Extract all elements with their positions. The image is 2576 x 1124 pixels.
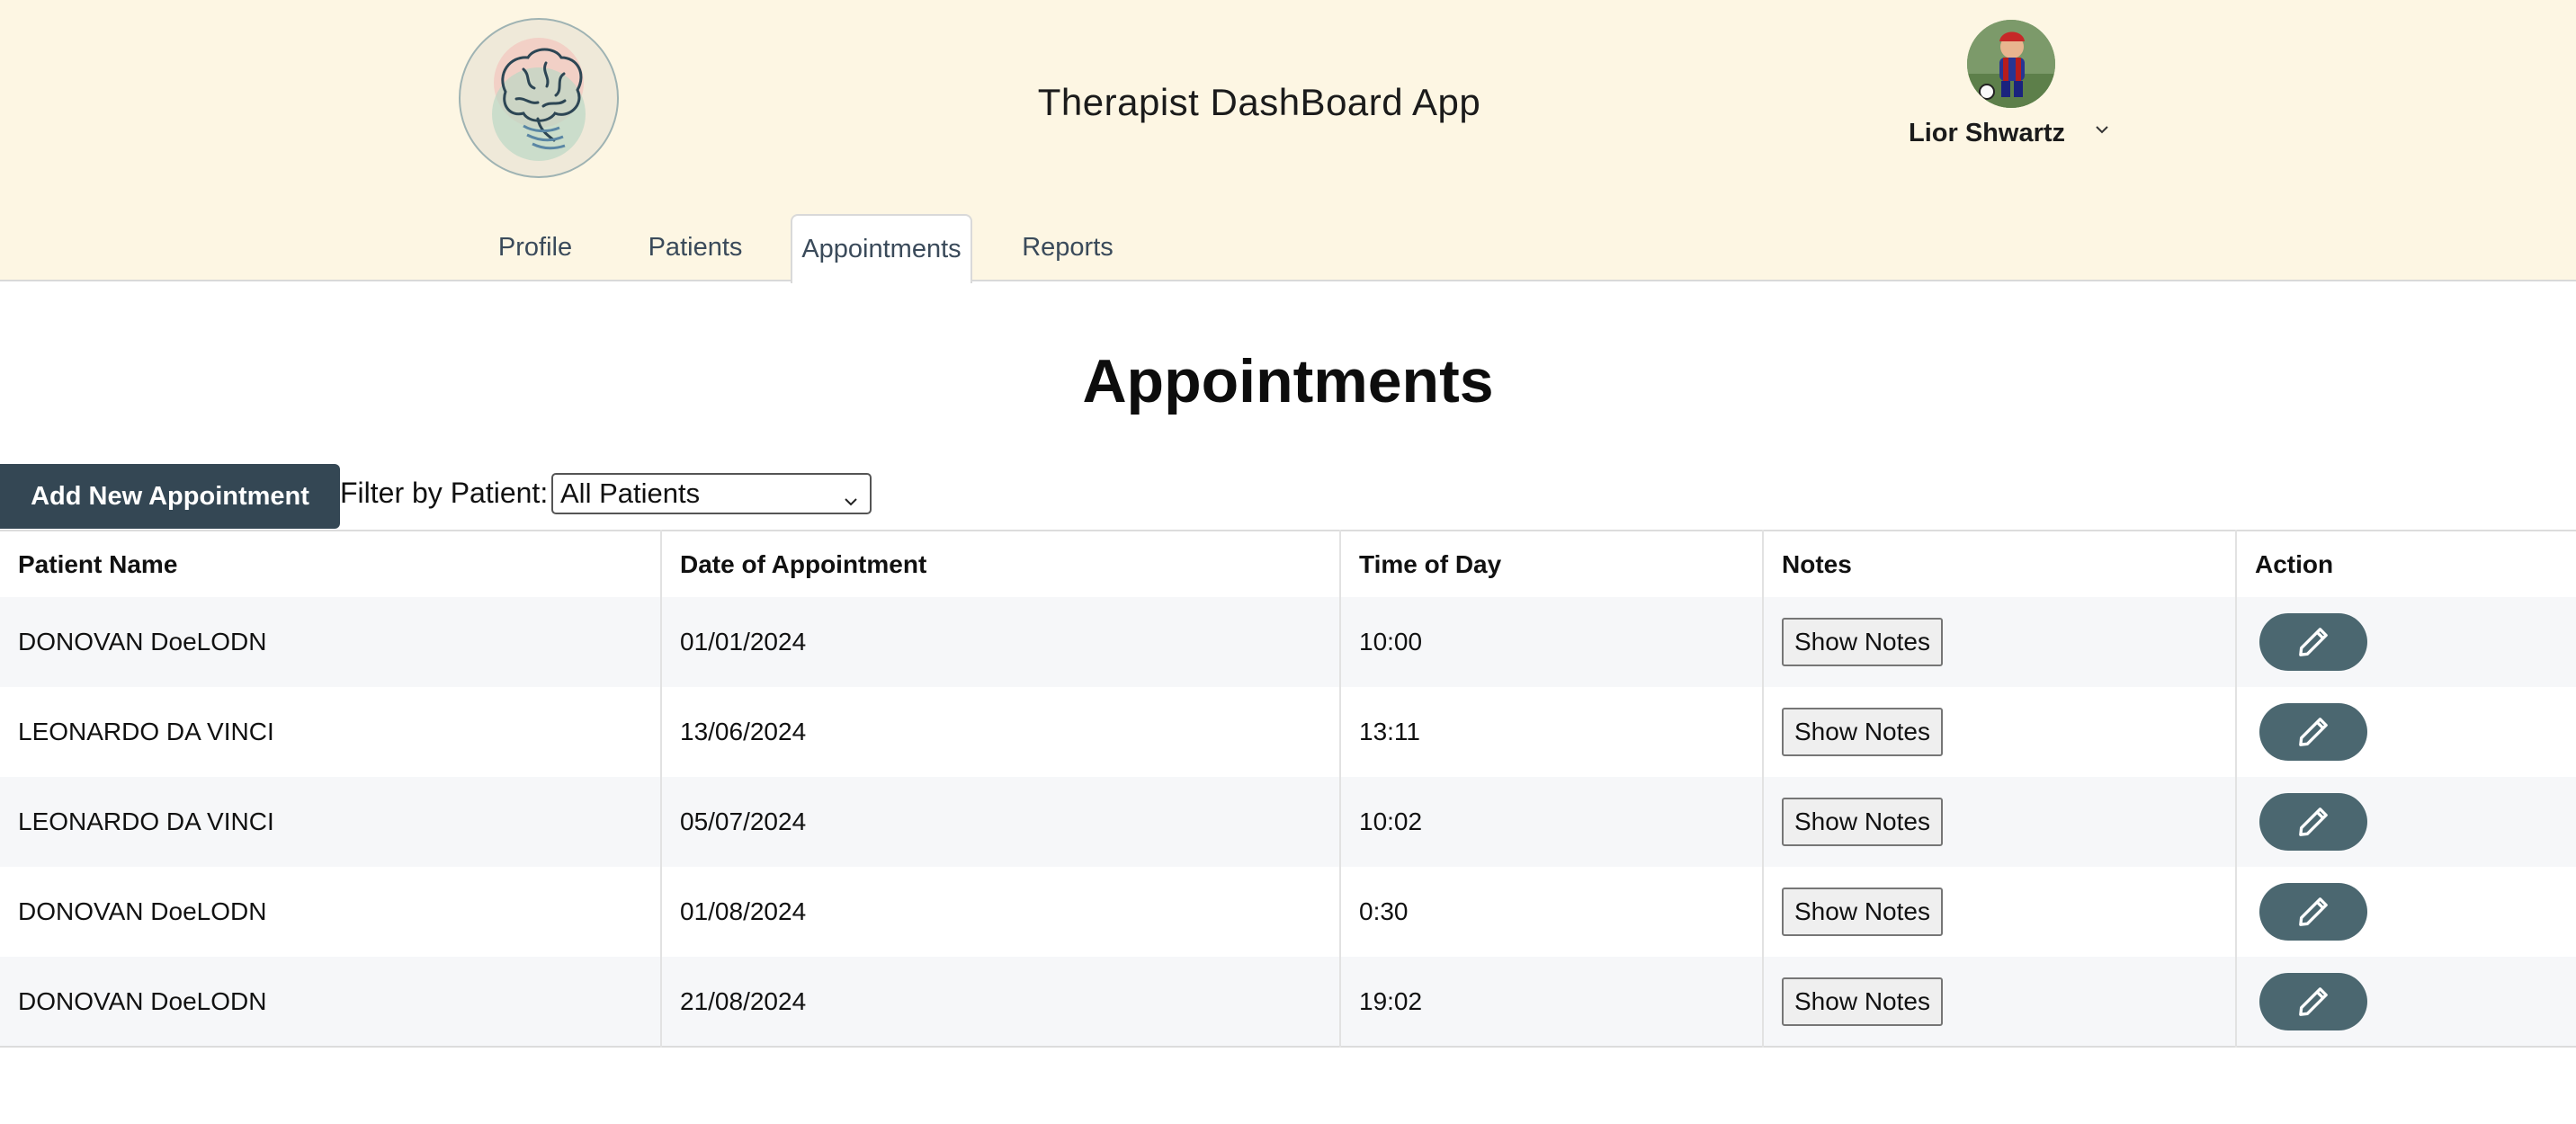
pencil-icon: [2299, 807, 2328, 836]
edit-button[interactable]: [2259, 972, 2367, 1030]
column-header-date: Date of Appointment: [660, 531, 1340, 597]
pencil-icon: [2299, 718, 2328, 746]
time-cell: 19:02: [1339, 957, 1763, 1047]
table-row: LEONARDO DA VINCI 13/06/2024 13:11 Show …: [0, 687, 2576, 777]
table-row: DONOVAN DoeLODN 01/01/2024 10:00 Show No…: [0, 597, 2576, 687]
time-cell: 0:30: [1339, 867, 1763, 957]
chevron-down-icon[interactable]: [2091, 119, 2113, 140]
tab-reports[interactable]: Reports: [997, 214, 1139, 281]
edit-button[interactable]: [2259, 793, 2367, 851]
date-cell: 01/01/2024: [660, 597, 1340, 687]
show-notes-button[interactable]: Show Notes: [1782, 618, 1943, 666]
pencil-icon: [2299, 897, 2328, 926]
chevron-down-icon: [841, 484, 861, 506]
patient-name-cell: DONOVAN DoeLODN: [18, 897, 267, 925]
app-title: Therapist DashBoard App: [1037, 81, 1481, 123]
patient-name-cell: DONOVAN DoeLODN: [18, 986, 267, 1015]
table-row: LEONARDO DA VINCI 05/07/2024 10:02 Show …: [0, 777, 2576, 867]
date-cell: 21/08/2024: [660, 957, 1340, 1047]
edit-button[interactable]: [2259, 883, 2367, 941]
date-cell: 01/08/2024: [660, 867, 1340, 957]
patient-name-cell: LEONARDO DA VINCI: [18, 718, 274, 745]
patient-filter-value: All Patients: [560, 477, 701, 509]
edit-button[interactable]: [2259, 703, 2367, 761]
column-header-time: Time of Day: [1339, 531, 1763, 597]
tab-appointments[interactable]: Appointments: [791, 214, 972, 283]
edit-button[interactable]: [2259, 613, 2367, 671]
column-header-notes: Notes: [1762, 531, 2236, 597]
brain-logo-icon: [459, 18, 619, 178]
show-notes-button[interactable]: Show Notes: [1782, 798, 1943, 846]
filter-label: Filter by Patient:: [340, 477, 549, 509]
tab-patients[interactable]: Patients: [623, 214, 767, 281]
time-cell: 10:00: [1339, 597, 1763, 687]
date-cell: 13/06/2024: [660, 687, 1340, 777]
tab-profile[interactable]: Profile: [468, 214, 603, 281]
show-notes-button[interactable]: Show Notes: [1782, 708, 1943, 756]
pencil-icon: [2299, 986, 2328, 1016]
table-row: DONOVAN DoeLODN 21/08/2024 19:02 Show No…: [0, 957, 2576, 1047]
show-notes-button[interactable]: Show Notes: [1782, 888, 1943, 936]
date-cell: 05/07/2024: [660, 777, 1340, 867]
user-avatar[interactable]: [1967, 20, 2055, 108]
appointments-table: Patient Name Date of Appointment Time of…: [0, 530, 2576, 1048]
app-header: Therapist DashBoard App Lior Shwartz Pro…: [0, 0, 2576, 283]
page-title: Appointments: [1082, 347, 1494, 415]
time-cell: 13:11: [1339, 687, 1763, 777]
table-row: DONOVAN DoeLODN 01/08/2024 0:30 Show Not…: [0, 867, 2576, 957]
patient-name-cell: LEONARDO DA VINCI: [18, 807, 274, 835]
column-header-action: Action: [2235, 531, 2576, 597]
add-appointment-button[interactable]: Add New Appointment: [0, 464, 340, 529]
pencil-icon: [2299, 628, 2328, 656]
time-cell: 10:02: [1339, 777, 1763, 867]
show-notes-button[interactable]: Show Notes: [1782, 977, 1943, 1026]
table-header-row: Patient Name Date of Appointment Time of…: [0, 531, 2576, 597]
column-header-patient: Patient Name: [18, 549, 178, 578]
user-name[interactable]: Lior Shwartz: [1909, 119, 2065, 148]
patient-filter-select[interactable]: All Patients: [551, 473, 872, 514]
patient-name-cell: DONOVAN DoeLODN: [18, 628, 267, 656]
